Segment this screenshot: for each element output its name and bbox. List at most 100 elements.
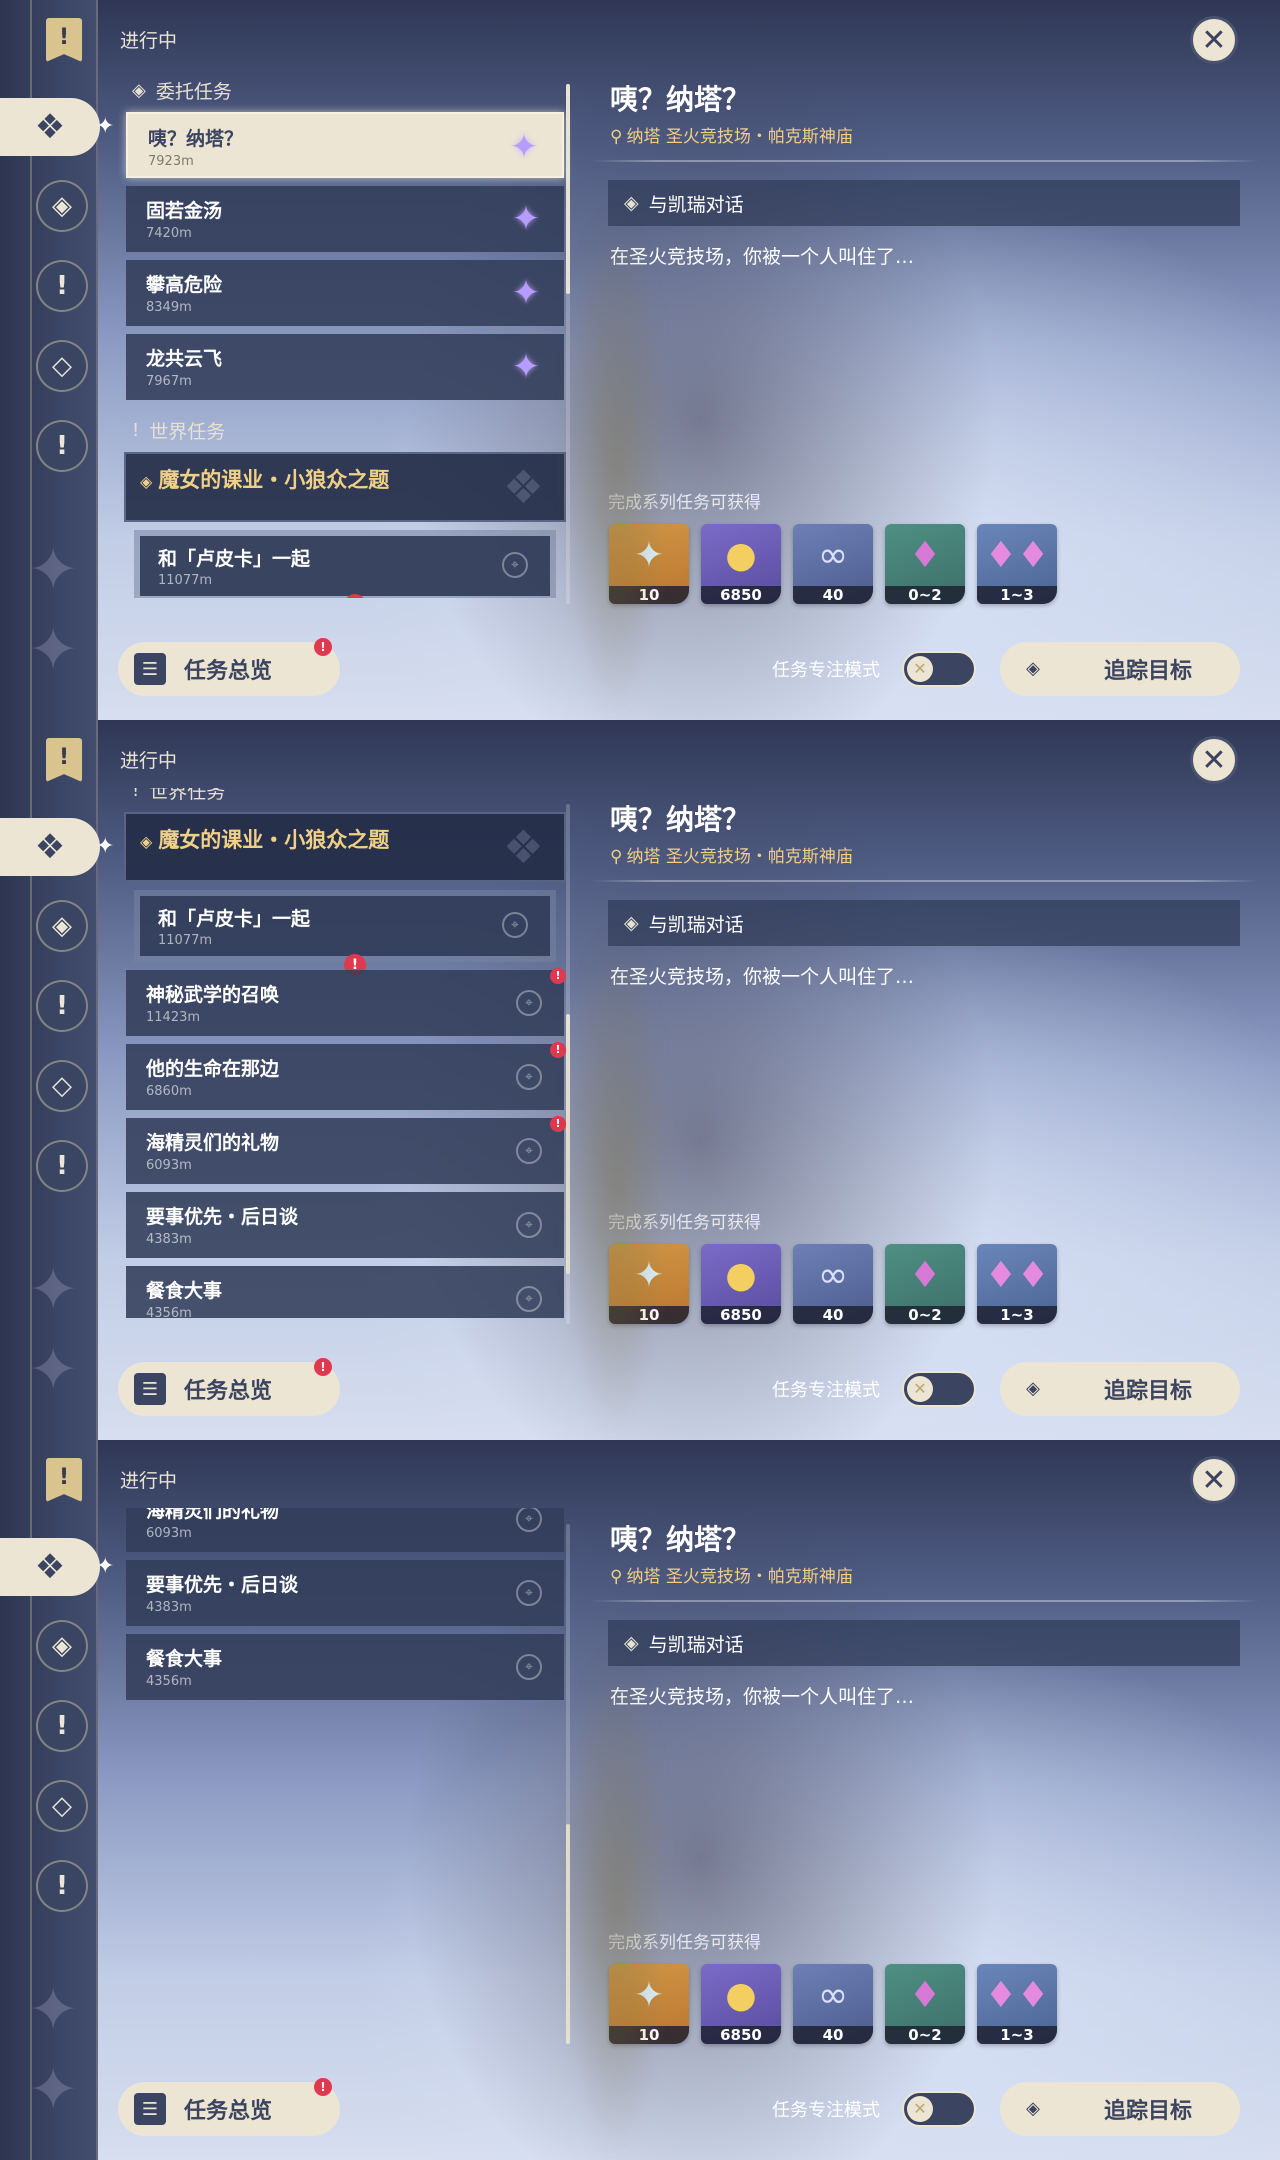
rail-divider [96,720,98,1440]
new-badge: ! [550,1116,566,1132]
reward-count: 10 [609,1306,689,1324]
track-target-button[interactable]: ◈ 追踪目标 [1000,1362,1240,1416]
map-pin-icon[interactable]: ⌖ [516,990,542,1016]
world-quest-group[interactable]: ◈ 魔女的课业・小狼众之题 ❖ [124,812,566,882]
quest-list[interactable]: ◈ 委托任务 咦？纳塔？ 7923m ✦ 固若金汤 7420m ✦ [118,68,572,598]
quest-item[interactable]: 神秘武学的召唤 11423m ⌖ ! [126,968,566,1036]
quest-book-icon[interactable]: ! [46,1458,82,1502]
reward-primogem[interactable]: ✦ 10 [609,524,689,604]
status-label: 进行中 [120,1470,178,1492]
quest-item[interactable]: 要事优先・后日谈 4383m ⌖ [126,1560,564,1626]
tab-world-quests[interactable]: ! [36,1140,88,1192]
reward-crystal-small[interactable]: ♦ 0~2 [885,524,965,604]
tab-world-quests[interactable]: ! [36,420,88,472]
quest-item[interactable]: 海精灵们的礼物 6093m ⌖ ! [126,1116,566,1184]
quest-item[interactable]: 海精灵们的礼物 6093m ⌖ ! [126,1508,564,1552]
location-text: 纳塔 圣火竞技场・帕克斯神庙 [626,1567,853,1587]
status-label: 进行中 [120,30,178,52]
quest-list[interactable]: ◈ 委托任务 咦？纳塔？ 7923m ✦ 固若金汤 7420m ✦ [118,788,572,1318]
tab-world-quests[interactable]: ! [36,1860,88,1912]
map-pin-icon[interactable]: ⌖ [502,552,528,578]
scroll-thumb[interactable] [566,1824,570,2044]
quest-item[interactable]: 餐食大事 4356m ⌖ [126,1634,564,1700]
reward-crystal-cluster[interactable]: ♦♦ 1~3 [977,1964,1057,2044]
reward-crystal-small[interactable]: ♦ 0~2 [885,1244,965,1324]
quest-item[interactable]: 固若金汤 7420m ✦ [126,186,564,252]
scroll-thumb[interactable] [566,1014,570,1274]
tab-archon-quests[interactable]: ◈ [36,1620,88,1672]
tab-all-quests[interactable]: ❖ [0,818,100,876]
track-target-button[interactable]: ◈ 追踪目标 [1000,642,1240,696]
tab-archon-quests[interactable]: ◈ [36,180,88,232]
quest-distance: 11077m [158,573,213,588]
quest-item[interactable]: 他的生命在那边 6860m ⌖ ! [126,1042,566,1110]
reward-crystal-cluster[interactable]: ♦♦ 1~3 [977,1244,1057,1324]
map-pin-icon[interactable]: ⌖ [502,912,528,938]
quest-title: 攀高危险 [146,274,223,296]
track-label: 追踪目标 [1104,659,1193,684]
world-quest-sub-item[interactable]: 和「卢皮卡」一起 11077m ⌖ ! [134,890,556,976]
list-scrollbar[interactable] [566,84,570,604]
tab-commission-quests[interactable]: ◇ [36,340,88,392]
quest-item[interactable]: 餐食大事 4356m ⌖ [126,1266,564,1318]
quest-overview-button[interactable]: ☰ 任务总览 ! [118,1358,340,1416]
reward-primogem[interactable]: ✦ 10 [609,1244,689,1324]
list-scrollbar[interactable] [566,1524,570,2044]
quest-book-icon[interactable]: ! [46,18,82,62]
map-pin-icon[interactable]: ⌖ [516,1286,542,1312]
close-button[interactable]: ✕ [1190,1456,1238,1504]
world-quest-group[interactable]: ◈ 魔女的课业・小狼众之题 ❖ [124,452,566,522]
commission-star-icon: ✦ [511,347,541,387]
scroll-thumb[interactable] [566,84,570,294]
track-target-button[interactable]: ◈ 追踪目标 [1000,2082,1240,2136]
quest-list[interactable]: ◈ 委托任务 咦？纳塔？ 7923m ✦ 固若金汤 7420m ✦ [118,1508,572,2038]
quest-book-icon[interactable]: ! [46,738,82,782]
close-button[interactable]: ✕ [1190,16,1238,64]
quest-title: 神秘武学的召唤 [146,984,280,1006]
reward-mora[interactable]: ● 6850 [701,1964,781,2044]
quest-item[interactable]: 龙共云飞 7967m ✦ [126,334,564,400]
map-pin-icon[interactable]: ⌖ [516,1064,542,1090]
tab-story-quests[interactable]: ! [36,1700,88,1752]
tab-archon-quests[interactable]: ◈ [36,900,88,952]
tab-all-quests[interactable]: ❖ [0,1538,100,1596]
star-decoration-icon: ✦ [28,535,79,605]
reward-adventure-exp[interactable]: ∞ 40 [793,1244,873,1324]
reward-mora[interactable]: ● 6850 [701,1244,781,1324]
focus-mode-toggle[interactable]: ✕ [902,651,976,687]
quest-item[interactable]: 咦？纳塔？ 7923m ✦ [126,112,564,178]
quest-item[interactable]: 攀高危险 8349m ✦ [126,260,564,326]
commission-icon: ◇ [52,1791,72,1821]
world-quest-sub-item[interactable]: 和「卢皮卡」一起 11077m ⌖ ! [134,530,556,598]
quest-overview-button[interactable]: ☰ 任务总览 ! [118,2078,340,2136]
focus-mode-toggle[interactable]: ✕ [902,2091,976,2127]
tab-commission-quests[interactable]: ◇ [36,1780,88,1832]
list-scrollbar[interactable] [566,804,570,1324]
tab-story-quests[interactable]: ! [36,260,88,312]
close-button[interactable]: ✕ [1190,736,1238,784]
reward-adventure-exp[interactable]: ∞ 40 [793,1964,873,2044]
close-icon: ✕ [1201,742,1227,778]
focus-mode-toggle[interactable]: ✕ [902,1371,976,1407]
world-quest-icon: ! [56,1871,68,1901]
map-pin-icon[interactable]: ⌖ [516,1580,542,1606]
quest-distance: 4356m [146,1306,192,1318]
tab-commission-quests[interactable]: ◇ [36,1060,88,1112]
reward-crystal-cluster[interactable]: ♦♦ 1~3 [977,524,1057,604]
reward-mora[interactable]: ● 6850 [701,524,781,604]
adventure-exp-icon: ∞ [818,1974,848,2016]
map-pin-icon[interactable]: ⌖ [516,1212,542,1238]
quest-item[interactable]: 要事优先・后日谈 4383m ⌖ [126,1192,564,1258]
tab-story-quests[interactable]: ! [36,980,88,1032]
map-pin-icon[interactable]: ⌖ [516,1654,542,1680]
quest-overview-button[interactable]: ☰ 任务总览 ! [118,638,340,696]
location-pin-icon: ⚲ [610,1567,623,1587]
story-quest-icon: ! [56,271,68,301]
tab-all-quests[interactable]: ❖ [0,98,100,156]
map-pin-icon[interactable]: ⌖ [516,1138,542,1164]
reward-adventure-exp[interactable]: ∞ 40 [793,524,873,604]
crystal-cluster-icon: ♦♦ [984,1254,1050,1296]
reward-primogem[interactable]: ✦ 10 [609,1964,689,2044]
reward-crystal-small[interactable]: ♦ 0~2 [885,1964,965,2044]
commission-diamond-icon: ❖ [34,1547,66,1587]
